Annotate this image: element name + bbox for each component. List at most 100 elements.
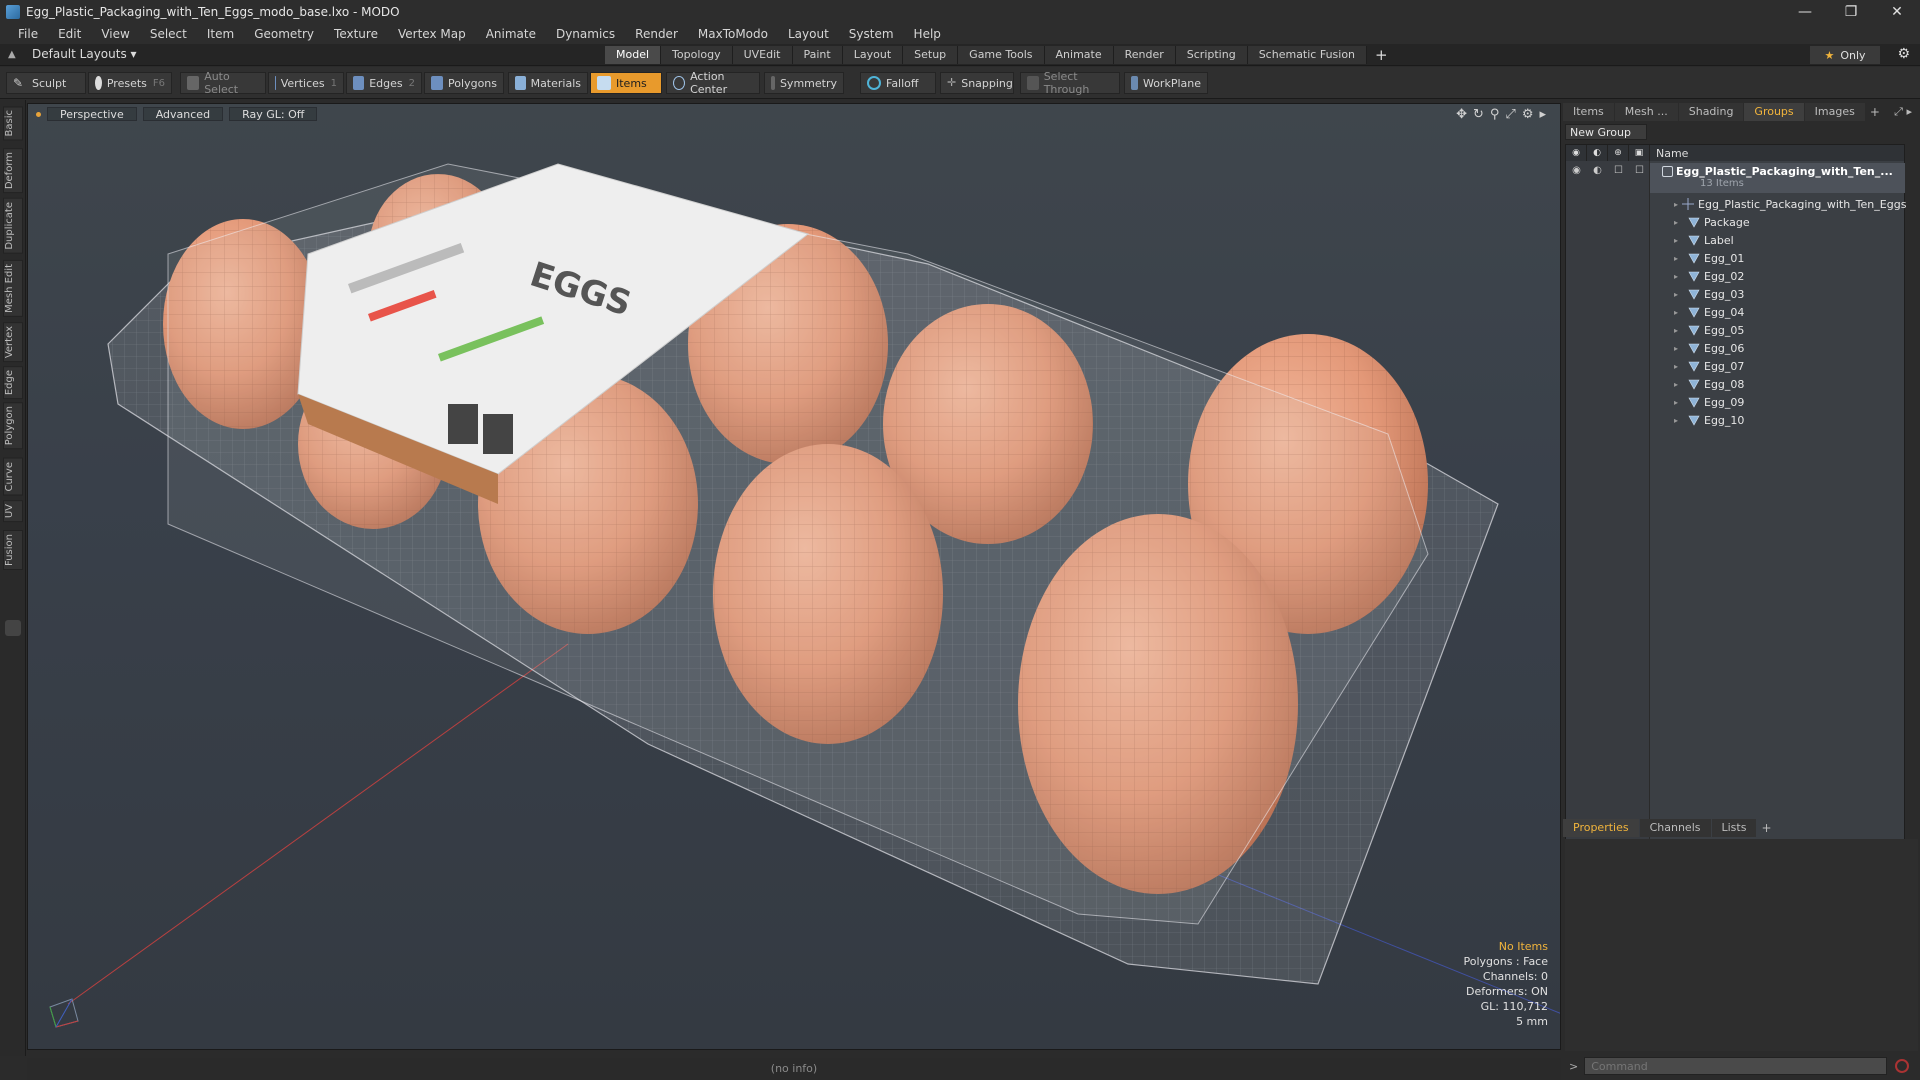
menu-vertex-map[interactable]: Vertex Map [388,27,476,41]
group-render-icon[interactable]: ◐ [1587,165,1608,181]
tab-groups[interactable]: Groups [1744,103,1804,121]
layout-selector[interactable]: ▲ Default Layouts ▾ [8,47,137,61]
expand-arrow-icon[interactable]: ▸ [1674,290,1684,299]
expand-arrow-icon[interactable]: ▸ [1674,362,1684,371]
tab-polygon[interactable]: Polygon [3,402,23,450]
tab-schematic-fusion[interactable]: Schematic Fusion [1247,46,1368,64]
group-select-checkbox[interactable]: ☐ [1629,165,1650,181]
menu-render[interactable]: Render [625,27,688,41]
tree-item-row[interactable]: ▸ Egg_08 [1650,375,1905,393]
tab-mesh-edit[interactable]: Mesh Edit [3,260,23,317]
group-row[interactable]: Egg_Plastic_Packaging_with_Ten_... 13 It… [1650,163,1905,193]
tab-properties[interactable]: Properties [1563,819,1639,837]
tree-item-row[interactable]: ▸ Egg_04 [1650,303,1905,321]
menu-dynamics[interactable]: Dynamics [546,27,625,41]
tree-item-row[interactable]: ▸ Egg_01 [1650,249,1905,267]
tab-basic[interactable]: Basic [3,106,23,141]
menu-maxtomodo[interactable]: MaxToModo [688,27,778,41]
action-center-button[interactable]: Action Center [666,70,760,96]
menu-system[interactable]: System [839,27,904,41]
select-col-icon[interactable]: ▣ [1629,145,1650,161]
viewport-menu-icon[interactable]: ▸ [1539,107,1546,122]
tree-item-row[interactable]: ▸ Package [1650,213,1905,231]
workplane-button[interactable]: WorkPlane [1124,72,1208,94]
tab-render[interactable]: Render [1113,46,1176,64]
restore-button[interactable]: ❐ [1828,0,1874,24]
tree-item-row[interactable]: ▸ Egg_09 [1650,393,1905,411]
materials-button[interactable]: Materials [508,72,588,94]
group-eye-icon[interactable]: ◉ [1566,165,1587,181]
command-input[interactable] [1584,1057,1888,1075]
tab-scripting[interactable]: Scripting [1175,46,1248,64]
expand-arrow-icon[interactable]: ▸ [1674,218,1684,227]
add-properties-tab-icon[interactable]: + [1761,821,1771,835]
tree-item-row[interactable]: ▸ Egg_Plastic_Packaging_with_Ten_Eggs [1650,195,1906,213]
tab-deform[interactable]: Deform [3,148,23,194]
tab-edge[interactable]: Edge [3,366,23,400]
close-button[interactable]: ✕ [1874,0,1920,24]
3d-viewport[interactable]: EGGS Perspective Advanced Ray GL: Off ✥ … [27,103,1561,1050]
auto-select-button[interactable]: Auto Select [180,70,266,96]
edges-button[interactable]: Edges 2 [346,72,422,94]
items-button[interactable]: Items [590,72,662,94]
presets-button[interactable]: Presets F6 [88,72,172,94]
menu-view[interactable]: View [91,27,139,41]
tree-item-row[interactable]: ▸ Egg_06 [1650,339,1905,357]
tab-model[interactable]: Model [605,46,662,64]
shading-advanced-button[interactable]: Advanced [142,107,224,121]
polygons-button[interactable]: Polygons [424,72,504,94]
menu-texture[interactable]: Texture [324,27,388,41]
expand-arrow-icon[interactable]: ▸ [1674,344,1684,353]
fit-icon[interactable]: ⤢ [1505,107,1515,122]
tab-channels[interactable]: Channels [1639,819,1711,837]
tab-images[interactable]: Images [1804,103,1865,121]
menu-select[interactable]: Select [140,27,197,41]
vertices-button[interactable]: Vertices 1 [268,72,344,94]
expand-arrow-icon[interactable]: ▸ [1674,272,1684,281]
group-lock-checkbox[interactable]: ☐ [1608,165,1629,181]
tab-setup[interactable]: Setup [903,46,959,64]
menu-layout[interactable]: Layout [778,27,839,41]
tab-curve[interactable]: Curve [3,458,23,496]
symmetry-button[interactable]: Symmetry [764,72,844,94]
select-through-button[interactable]: Select Through [1020,70,1120,96]
record-macro-icon[interactable] [1895,1059,1910,1073]
rotate-icon[interactable]: ↻ [1473,107,1484,122]
tab-game-tools[interactable]: Game Tools [958,46,1045,64]
tab-mesh[interactable]: Mesh ... [1614,103,1678,121]
tab-vertex[interactable]: Vertex [3,322,23,363]
tree-item-row[interactable]: ▸ Egg_07 [1650,357,1905,375]
tree-item-row[interactable]: ▸ Egg_05 [1650,321,1905,339]
snapping-button[interactable]: ✛ Snapping [940,72,1014,94]
tab-uv[interactable]: UV [3,500,23,523]
expand-arrow-icon[interactable]: ▸ [1674,308,1684,317]
visibility-col-icon[interactable]: ◉ [1566,145,1587,161]
view-perspective-button[interactable]: Perspective [47,107,137,121]
tab-animate[interactable]: Animate [1044,46,1114,64]
tree-item-row[interactable]: ▸ Egg_10 [1650,411,1905,429]
pan-icon[interactable]: ✥ [1456,107,1467,122]
tab-uvedit[interactable]: UVEdit [732,46,793,64]
minimize-button[interactable]: — [1782,0,1828,24]
add-tab-icon[interactable]: + [1375,46,1388,64]
tab-lists[interactable]: Lists [1711,819,1757,837]
menu-edit[interactable]: Edit [48,27,91,41]
tab-paint[interactable]: Paint [792,46,843,64]
zoom-icon[interactable]: ⚲ [1490,107,1500,122]
menu-item[interactable]: Item [197,27,244,41]
lock-col-icon[interactable]: ⊕ [1608,145,1629,161]
menu-file[interactable]: File [8,27,48,41]
menu-help[interactable]: Help [904,27,951,41]
viewport-settings-icon[interactable]: ⚙ [1522,107,1534,122]
tab-topology[interactable]: Topology [661,46,733,64]
tree-item-row[interactable]: ▸ Egg_02 [1650,267,1905,285]
expand-panel-icon[interactable]: ⤢ ▸ [1894,105,1912,119]
add-panel-tab-icon[interactable]: + [1870,105,1880,119]
only-toggle-button[interactable]: ★ Only [1810,46,1880,64]
raygl-toggle-button[interactable]: Ray GL: Off [229,107,318,121]
expand-arrow-icon[interactable]: ▸ [1674,236,1684,245]
gear-icon[interactable]: ⚙ [1897,46,1910,62]
panel-toggle-icon[interactable] [5,620,21,636]
tab-duplicate[interactable]: Duplicate [3,198,23,254]
collapse-up-icon[interactable]: ▲ [8,49,22,60]
